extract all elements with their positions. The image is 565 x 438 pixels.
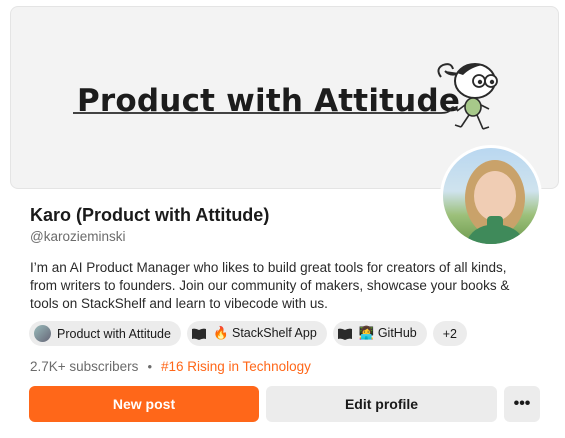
new-post-button[interactable]: New post xyxy=(29,386,259,422)
chip-stackshelf[interactable]: 🔥 StackShelf App xyxy=(186,321,327,346)
publication-avatar-icon xyxy=(33,325,51,342)
banner-underline xyxy=(73,106,457,114)
rising-rank-link[interactable]: #16 Rising in Technology xyxy=(161,359,311,374)
profile-name: Karo (Product with Attitude) xyxy=(30,205,270,225)
profile-avatar[interactable] xyxy=(440,145,542,247)
cartoon-mascot-icon xyxy=(437,63,498,130)
more-options-button[interactable]: ••• xyxy=(504,386,540,422)
profile-handle: @karozieminski xyxy=(30,229,126,244)
edit-profile-button[interactable]: Edit profile xyxy=(266,386,497,422)
profile-photo xyxy=(465,160,526,244)
profile-bio: I’m an AI Product Manager who likes to b… xyxy=(30,260,510,311)
chip-label: 🔥 StackShelf App xyxy=(212,326,317,340)
profile-stats: 2.7K+ subscribers • #16 Rising in Techno… xyxy=(30,359,311,374)
book-icon xyxy=(191,327,207,341)
subscriber-count[interactable]: 2.7K+ subscribers xyxy=(30,359,138,374)
chip-label: 👩‍💻 GitHub xyxy=(358,326,417,340)
profile-links: Product with Attitude 🔥 StackShelf App 👩… xyxy=(29,321,467,346)
stats-separator: • xyxy=(147,359,152,374)
chip-label: Product with Attitude xyxy=(57,326,171,341)
chip-publication[interactable]: Product with Attitude xyxy=(29,321,181,346)
chip-more-links[interactable]: +2 xyxy=(432,321,467,346)
book-icon xyxy=(337,327,353,341)
chip-github[interactable]: 👩‍💻 GitHub xyxy=(332,321,427,346)
